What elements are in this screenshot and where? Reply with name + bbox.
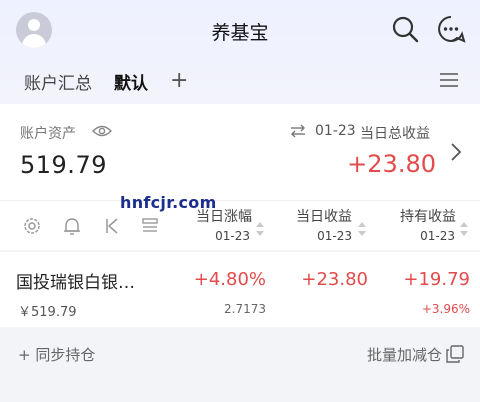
swap-icon[interactable] bbox=[290, 124, 306, 138]
fund-row[interactable]: 国投瑞银白银… ￥519.79 +4.80% 2.7173 +23.80 +19… bbox=[0, 251, 480, 327]
sort-icon[interactable] bbox=[256, 216, 264, 242]
watermark-text: hnfcjr.com bbox=[120, 193, 217, 212]
chart-tool-icon[interactable] bbox=[102, 216, 122, 236]
add-tab-button[interactable]: + bbox=[170, 70, 188, 92]
column-day-change-date: 01-23 bbox=[215, 229, 250, 243]
chat-icon[interactable] bbox=[436, 14, 466, 44]
list-icon[interactable] bbox=[140, 216, 160, 236]
column-hold-profit-date: 01-23 bbox=[420, 229, 455, 243]
fund-amount: ￥519.79 bbox=[18, 305, 77, 320]
hold-profit: +19.79 bbox=[403, 269, 470, 290]
account-summary-card[interactable]: 账户资产 519.79 01-23 当日总收益 +23.80 bbox=[0, 104, 480, 200]
asset-value: 519.79 bbox=[20, 151, 107, 179]
column-day-profit-date: 01-23 bbox=[317, 229, 352, 243]
day-profit: +23.80 bbox=[301, 269, 368, 290]
bell-icon[interactable] bbox=[62, 216, 82, 236]
day-profit-value: +23.80 bbox=[347, 150, 436, 178]
day-change-pct: +4.80% bbox=[193, 269, 266, 290]
hold-profit-pct: +3.96% bbox=[421, 302, 470, 316]
footer-actions: + 同步持仓 批量加减仓 bbox=[0, 327, 480, 402]
sort-icon[interactable] bbox=[460, 216, 468, 242]
tab-bar: 账户汇总 默认 + bbox=[24, 68, 188, 94]
day-profit-label: 当日总收益 bbox=[360, 126, 430, 142]
search-icon[interactable] bbox=[390, 14, 420, 44]
settings-icon[interactable] bbox=[22, 216, 42, 236]
chevron-right-icon[interactable] bbox=[450, 142, 462, 162]
asset-label: 账户资产 bbox=[20, 126, 76, 142]
column-day-profit[interactable]: 当日收益 bbox=[270, 206, 352, 226]
sync-holdings-button[interactable]: + 同步持仓 bbox=[18, 344, 95, 365]
top-bar: 养基宝 账户汇总 默认 + bbox=[0, 0, 480, 104]
eye-icon[interactable] bbox=[92, 124, 112, 138]
summary-date: 01-23 bbox=[315, 123, 356, 139]
table-header: 当日涨幅 01-23 当日收益 01-23 持有收益 01-23 bbox=[0, 200, 480, 250]
tab-default[interactable]: 默认 bbox=[114, 69, 148, 94]
fund-nav: 2.7173 bbox=[224, 302, 266, 316]
tab-account-summary[interactable]: 账户汇总 bbox=[24, 69, 92, 94]
menu-icon[interactable] bbox=[440, 72, 458, 88]
fund-name: 国投瑞银白银… bbox=[16, 273, 135, 293]
batch-adjust-button[interactable]: 批量加减仓 bbox=[367, 344, 442, 365]
column-hold-profit[interactable]: 持有收益 bbox=[370, 206, 456, 226]
sort-icon[interactable] bbox=[358, 216, 366, 242]
copy-icon[interactable] bbox=[446, 345, 464, 363]
